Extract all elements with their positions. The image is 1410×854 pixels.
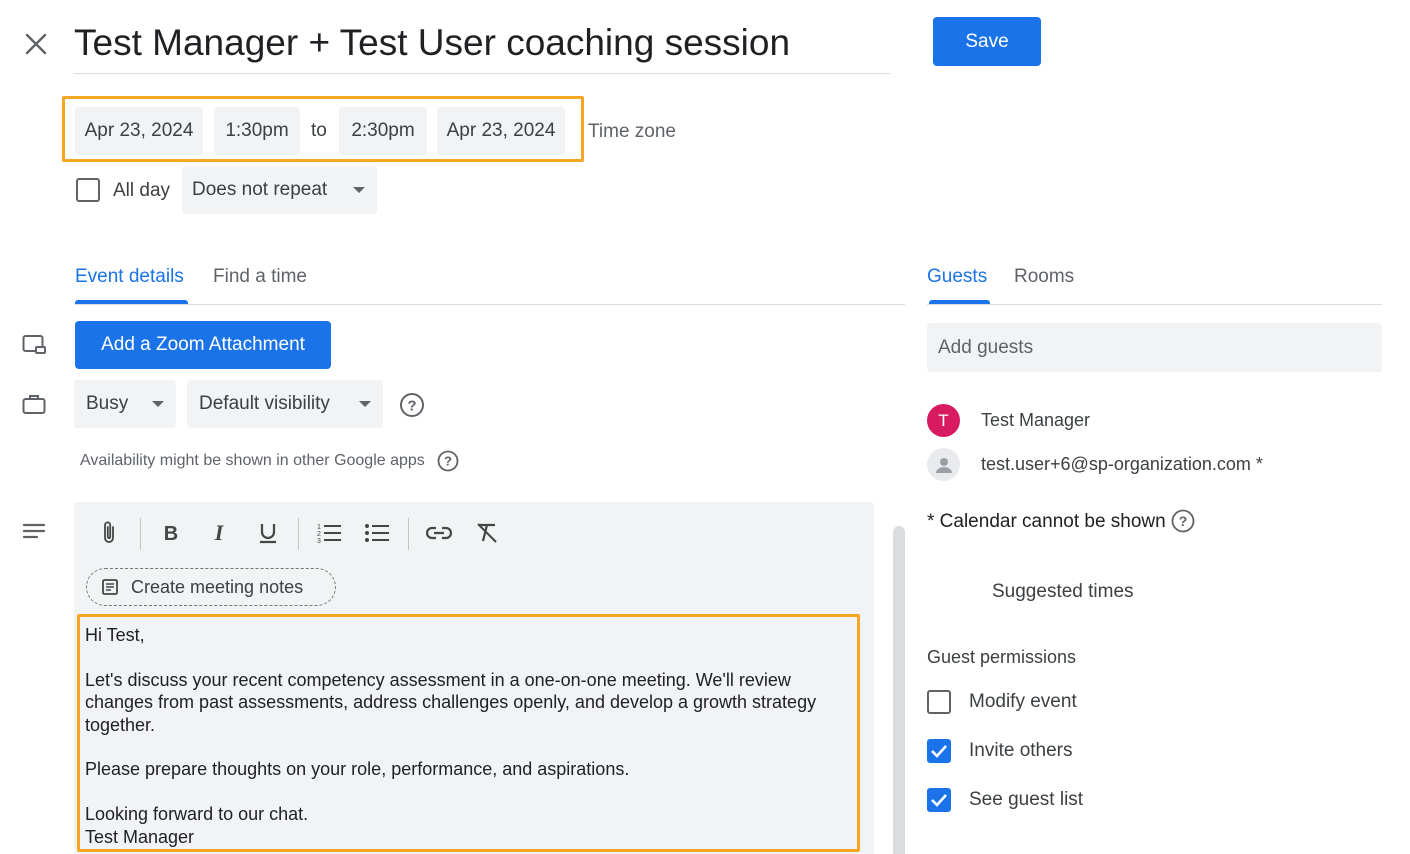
tab-guests[interactable]: Guests (927, 266, 987, 288)
visibility-value: Default visibility (199, 393, 330, 414)
see-guest-list-checkbox[interactable] (927, 788, 951, 812)
attachment-icon[interactable] (93, 517, 125, 549)
briefcase-icon (22, 393, 46, 420)
chevron-down-icon (359, 401, 371, 407)
add-zoom-button[interactable]: Add a Zoom Attachment (75, 321, 331, 369)
help-icon[interactable]: ? (437, 450, 459, 477)
body-paragraph: Let's discuss your recent competency ass… (85, 669, 817, 735)
numbered-list-icon[interactable]: 123 (313, 517, 345, 549)
checkmark-icon (931, 745, 947, 758)
status-value: Busy (86, 393, 129, 414)
title-field[interactable]: Test Manager + Test User coaching sessio… (74, 14, 890, 74)
calendar-note: * Calendar cannot be shown (927, 511, 1166, 532)
add-guests-input[interactable]: Add guests (927, 323, 1382, 372)
chevron-down-icon (353, 187, 365, 193)
tab-event-details[interactable]: Event details (75, 266, 184, 288)
close-button[interactable] (18, 26, 54, 62)
description-icon (22, 522, 46, 547)
body-closing: Looking forward to our chat. (85, 804, 309, 825)
visibility-select[interactable]: Default visibility (187, 380, 383, 428)
guest-permissions-title: Guest permissions (927, 647, 1077, 667)
body-signature: Test Manager (85, 826, 195, 847)
help-icon[interactable]: ? (1171, 509, 1195, 538)
suggested-times-button[interactable]: Suggested times (992, 581, 1134, 603)
description-body[interactable]: Hi Test, Let's discuss your recent compe… (85, 624, 857, 848)
start-date-chip[interactable]: Apr 23, 2024 (75, 107, 203, 155)
all-day-label: All day (113, 180, 171, 201)
person-icon (935, 457, 952, 473)
end-time-chip[interactable]: 2:30pm (339, 107, 427, 155)
italic-icon[interactable]: I (203, 517, 235, 549)
close-icon (25, 33, 47, 55)
svg-text:I: I (214, 522, 225, 544)
avatar: T (927, 404, 960, 437)
avatar (927, 448, 960, 481)
notes-icon (102, 579, 118, 595)
event-title: Test Manager + Test User coaching sessio… (74, 22, 791, 63)
body-greeting: Hi Test, (85, 625, 145, 645)
toolbar-separator (140, 518, 141, 550)
tab-find-a-time[interactable]: Find a time (213, 266, 307, 288)
bold-icon[interactable]: B (155, 517, 187, 549)
svg-text:2: 2 (317, 531, 321, 538)
tabs-divider (927, 304, 1382, 305)
svg-text:?: ? (407, 398, 416, 415)
chevron-down-icon (152, 401, 164, 407)
see-guest-list-label: See guest list (969, 789, 1084, 810)
to-label: to (311, 120, 327, 141)
tab-rooms[interactable]: Rooms (1014, 266, 1074, 288)
modify-event-label: Modify event (969, 691, 1077, 712)
create-meeting-notes-label: Create meeting notes (131, 576, 304, 597)
link-icon[interactable] (423, 517, 455, 549)
help-icon[interactable]: ? (399, 392, 425, 423)
save-button[interactable]: Save (933, 17, 1041, 66)
svg-text:3: 3 (317, 538, 321, 544)
svg-text:1: 1 (317, 524, 321, 531)
video-icon (22, 334, 46, 361)
create-meeting-notes-button[interactable]: Create meeting notes (86, 568, 336, 606)
timezone-link[interactable]: Time zone (588, 121, 676, 143)
toolbar-separator (408, 518, 409, 550)
tabs-divider (75, 304, 905, 305)
invite-others-label: Invite others (969, 740, 1073, 761)
guest-name[interactable]: test.user+6@sp-organization.com * (981, 454, 1263, 475)
svg-text:?: ? (444, 454, 452, 469)
invite-others-checkbox[interactable] (927, 739, 951, 763)
toolbar-separator (298, 518, 299, 550)
all-day-checkbox[interactable] (76, 178, 100, 202)
checkmark-icon (931, 794, 947, 807)
status-select[interactable]: Busy (74, 380, 176, 428)
start-time-chip[interactable]: 1:30pm (214, 107, 300, 155)
repeat-select[interactable]: Does not repeat (182, 166, 377, 214)
guest-name[interactable]: Test Manager (981, 410, 1090, 431)
clear-formatting-icon[interactable] (471, 517, 503, 549)
svg-text:?: ? (1179, 513, 1188, 529)
underline-icon[interactable] (252, 517, 284, 549)
bulleted-list-icon[interactable] (361, 517, 393, 549)
availability-note: Availability might be shown in other Goo… (80, 452, 425, 469)
scrollbar[interactable] (893, 526, 905, 854)
end-date-chip[interactable]: Apr 23, 2024 (437, 107, 565, 155)
body-paragraph: Please prepare thoughts on your role, pe… (85, 759, 630, 780)
repeat-value: Does not repeat (192, 179, 328, 200)
svg-text:B: B (164, 523, 178, 544)
modify-event-checkbox[interactable] (927, 690, 951, 714)
